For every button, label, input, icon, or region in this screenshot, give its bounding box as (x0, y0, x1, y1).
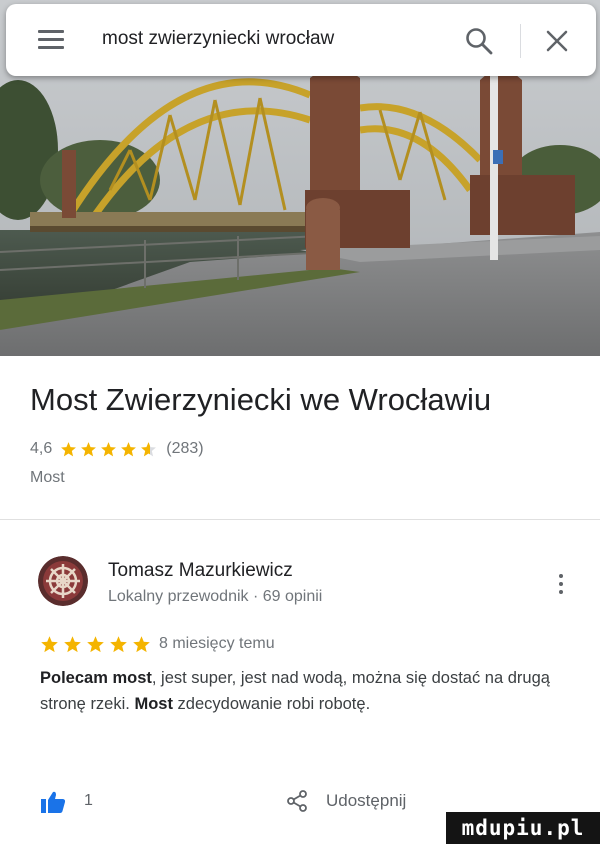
search-icon[interactable] (464, 26, 494, 56)
review-text-bold: Polecam most (40, 669, 152, 687)
star-icon (110, 635, 127, 652)
review-text: Polecam most, jest super, jest nad wodą,… (40, 665, 580, 717)
rating-stars (60, 441, 160, 458)
star-icon (41, 635, 58, 652)
place-rating-row[interactable]: 4,6 (283) (30, 438, 204, 460)
share-icon (287, 790, 307, 812)
share-button[interactable]: Udostępnij (286, 786, 406, 816)
rating-value: 4,6 (30, 440, 53, 457)
like-count: 1 (84, 792, 93, 809)
review-stars-row: 8 miesięcy temu (40, 633, 275, 655)
watermark-text: mdupiu.pl (461, 816, 585, 840)
review-time: 8 miesięcy temu (159, 635, 275, 652)
star-icon (133, 635, 150, 652)
search-bar[interactable]: most zwierzyniecki wrocław (6, 4, 596, 76)
section-divider (0, 519, 600, 520)
watermark: mdupiu.pl (446, 812, 600, 844)
star-icon (141, 441, 157, 456)
avatar[interactable] (38, 556, 88, 606)
star-icon (81, 441, 97, 456)
search-bar-divider (520, 24, 521, 58)
review-text-segment: zdecydowanie robi robotę. (172, 695, 371, 713)
reviewer-name[interactable]: Tomasz Mazurkiewicz (108, 560, 293, 582)
share-label: Udostępnij (326, 791, 407, 810)
place-category: Most (30, 469, 65, 486)
hamburger-menu-icon[interactable] (34, 26, 68, 54)
more-vert-icon[interactable] (554, 572, 568, 596)
search-query[interactable]: most zwierzyniecki wrocław (102, 28, 334, 50)
review-text-bold: Most (134, 695, 173, 713)
place-title: Most Zwierzyniecki we Wrocławiu (30, 382, 492, 417)
close-icon[interactable] (544, 28, 570, 54)
review-stars (40, 635, 155, 654)
star-icon (101, 441, 117, 456)
star-icon (61, 441, 77, 456)
star-icon (87, 635, 104, 652)
review-count[interactable]: (283) (166, 440, 203, 458)
avatar-image (38, 556, 88, 606)
reviewer-meta: Lokalny przewodnik · 69 opinii (108, 588, 323, 605)
star-icon (121, 441, 137, 456)
thumbs-up-icon[interactable] (40, 790, 66, 814)
star-icon (64, 635, 81, 652)
